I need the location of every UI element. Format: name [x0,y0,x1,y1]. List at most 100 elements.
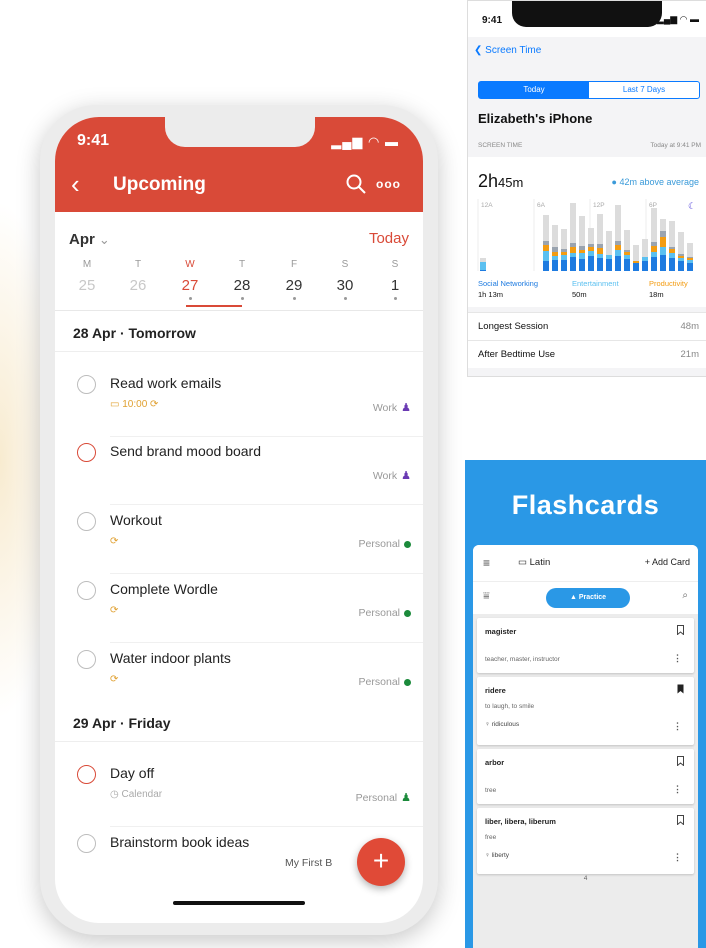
more-vert-icon[interactable]: ⋮ [673,653,682,664]
longest-session-row[interactable]: Longest Session 48m [468,312,706,340]
task-checkbox[interactable] [77,765,96,784]
legend-name: Social Networking [478,279,539,288]
add-task-button[interactable]: + [357,838,405,886]
hamburger-menu-icon[interactable]: ≡ [483,556,490,570]
add-card-button[interactable]: + Add Card [645,557,690,567]
bookmark-icon[interactable] [677,756,684,766]
usage-bar-segment [606,255,612,259]
usage-bar-segment [588,256,594,271]
day-wed[interactable]: W 27 [170,259,210,300]
project-name: Work [372,470,398,482]
search-icon[interactable] [345,173,367,195]
filter-icon[interactable]: ⩸ [483,590,490,603]
flashcard[interactable]: liber, libera, liberum free ♀ liberty ⋮ [477,808,694,874]
legend-entertainment: Entertainment 50m [572,279,619,299]
deck-selector[interactable]: ▭ Latin [518,557,550,568]
task-item[interactable]: Day off ◷ Calendar Personal ♟ [55,759,423,827]
task-name: Day off [110,765,155,781]
today-button[interactable]: Today [369,230,409,247]
day-number: 30 [336,277,354,294]
task-project: Work ♟ [373,469,411,482]
usage-bar-chart: 12A 6A 12P 6P ☾ [477,199,696,271]
more-vert-icon[interactable]: ⋮ [673,784,682,795]
day-letter: S [391,259,399,270]
segment-today[interactable]: Today [479,82,589,98]
legend-social: Social Networking 1h 13m [478,279,538,299]
task-item[interactable]: Workout ⟳ Personal [55,506,423,574]
project-name: Personal [358,676,400,688]
usage-bar-segment [561,260,567,271]
usage-bar-segment [669,247,675,249]
usage-bar-segment [570,243,576,247]
usage-bar-segment [651,252,657,257]
usage-bar-segment [588,244,594,247]
bookmark-icon[interactable] [677,625,684,635]
day-tue[interactable]: T 26 [118,259,158,294]
status-time: 9:41 [77,132,110,149]
more-options-icon[interactable]: ooo [376,177,401,191]
usage-bar-segment [543,245,549,251]
task-item[interactable]: Complete Wordle ⟳ Personal [55,575,423,643]
task-checkbox[interactable] [77,512,96,531]
flashcard[interactable]: magister teacher, master, instructor ⋮ [477,618,694,673]
shared-user-icon: ♟ [401,470,411,482]
segment-last-7-days[interactable]: Last 7 Days [589,82,699,98]
total-hours: 2h [478,171,499,191]
calendar-icon: ▭ [110,399,123,410]
divider [110,642,423,643]
usage-bar-segment [570,247,576,253]
month-selector[interactable]: Apr ⌄ [69,231,110,248]
bookmark-icon[interactable] [677,815,684,825]
day-mon[interactable]: M 25 [67,259,107,294]
divider [110,826,423,827]
section-label: SCREEN TIME [478,142,523,149]
usage-bar-segment [606,259,612,271]
practice-button[interactable]: ▲ Practice [546,588,630,608]
task-name: Brainstorm book ideas [110,834,250,850]
day-thu[interactable]: T 28 [222,259,262,300]
usage-bar-segment [579,259,585,271]
task-item[interactable]: Water indoor plants ⟳ Personal [55,644,423,712]
card-hint: ♀ liberty [485,852,509,859]
task-time: 10:00 [122,399,148,410]
usage-bar-segment [561,255,567,260]
deck-name: Latin [529,557,551,568]
usage-bar-segment [480,270,486,271]
total-time: 2h45m [478,171,523,192]
task-item[interactable]: Read work emails ▭ 10:00 ⟳ Work ♟ [55,369,423,437]
after-bedtime-row[interactable]: After Bedtime Use 21m [468,340,706,368]
flashcard[interactable]: ridere to laugh, to smile ♀ ridiculous ⋮ [477,677,694,745]
task-checkbox[interactable] [77,650,96,669]
more-vert-icon[interactable]: ⋮ [673,721,682,732]
day-number: 27 [181,277,199,294]
day-sat[interactable]: S 30 [325,259,365,300]
flashcard[interactable]: arbor tree ⋮ [477,749,694,804]
usage-bar-segment [678,256,684,258]
usage-bar-segment [543,241,549,245]
day-number: 28 [233,277,251,294]
action-bar: ⩸ ▲ Practice ⌕ [473,581,698,614]
back-label: Screen Time [485,45,542,56]
promo-title: Flashcards [511,490,660,520]
todoist-phone: 9:41 ▂▄▆ ◠ ▬ ‹ Upcoming ooo Apr ⌄ Today M… [40,105,438,935]
task-checkbox[interactable] [77,375,96,394]
task-checkbox[interactable] [77,443,96,462]
day-sun[interactable]: S1 [375,259,415,300]
usage-bar-segment [678,258,684,261]
bookmark-filled-icon[interactable] [677,684,684,694]
task-project: Personal [359,538,411,550]
usage-bar-segment [687,263,693,271]
day-fri[interactable]: F 29 [274,259,314,300]
usage-bar-segment [651,242,657,246]
comparison-text: 42m above average [619,177,699,187]
legend-time: 1h 13m [478,290,504,299]
more-vert-icon[interactable]: ⋮ [673,852,682,863]
task-checkbox[interactable] [77,581,96,600]
recurring-icon: ⟳ [150,399,159,410]
task-checkbox[interactable] [77,834,96,853]
search-icon[interactable]: ⌕ [682,590,688,601]
back-arrow-icon[interactable]: ‹ [71,171,80,197]
back-button[interactable]: ❮ Screen Time [474,45,541,56]
recurring-icon: ⟳ [110,536,119,547]
task-item[interactable]: Send brand mood board Work ♟ [55,437,423,505]
